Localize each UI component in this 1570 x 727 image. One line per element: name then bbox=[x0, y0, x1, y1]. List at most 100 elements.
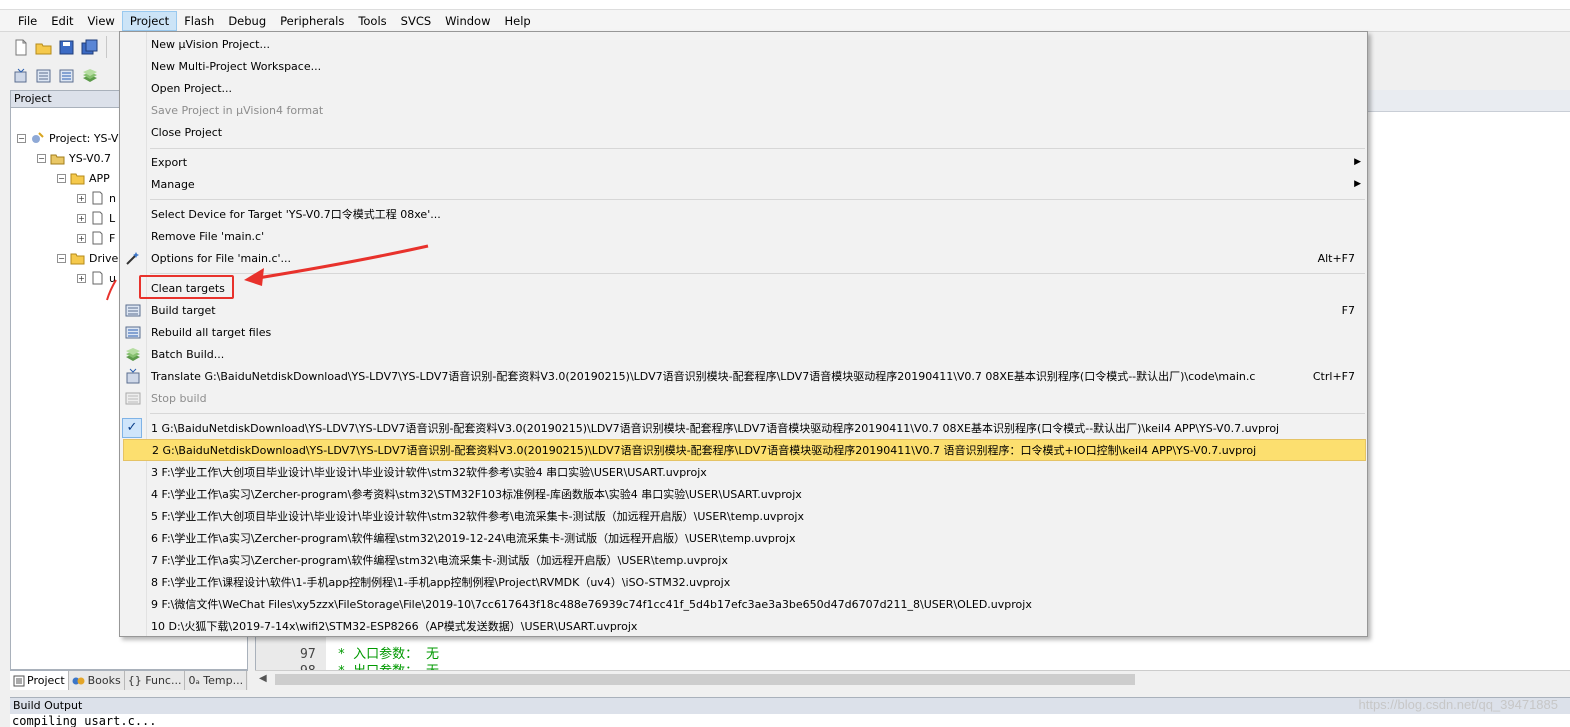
menu-item-label: Select Device for Target 'YS-V0.7口令模式工程 … bbox=[151, 208, 441, 221]
file-icon bbox=[92, 211, 103, 225]
menu-item-manage[interactable]: Manage ▶ bbox=[120, 173, 1367, 195]
menu-item-new-project[interactable]: New µVision Project... bbox=[120, 33, 1367, 55]
menu-item-label: 3 F:\学业工作\大创项目毕业设计\毕业设计\毕业设计软件\stm32软件参考… bbox=[151, 466, 707, 479]
watermark: https://blog.csdn.net/qq_39471885 bbox=[1358, 697, 1559, 712]
open-folder-icon[interactable] bbox=[35, 39, 52, 56]
tab-templates[interactable]: 0ₐ Temp... bbox=[185, 671, 248, 690]
menu-view[interactable]: View bbox=[81, 11, 122, 31]
menu-item-label: Manage bbox=[151, 177, 195, 191]
collapse-icon[interactable]: − bbox=[37, 153, 46, 163]
folder-icon bbox=[70, 253, 85, 265]
menu-item-label: 1 G:\BaiduNetdiskDownload\YS-LDV7\YS-LDV… bbox=[151, 422, 1280, 435]
menu-svcs[interactable]: SVCS bbox=[394, 11, 439, 31]
rebuild-icon[interactable] bbox=[58, 67, 75, 84]
menu-item-rebuild-all[interactable]: Rebuild all target files bbox=[120, 321, 1367, 343]
file-toolbar bbox=[0, 33, 120, 61]
menu-item-label: 8 F:\学业工作\课程设计\软件\1-手机app控制例程\1-手机app控制例… bbox=[151, 576, 731, 589]
expand-icon[interactable]: + bbox=[77, 193, 86, 203]
tree-node-group-driver[interactable]: − Drive bbox=[57, 248, 118, 268]
toolbar-separator bbox=[106, 36, 107, 58]
recent-project-item[interactable]: 6 F:\学业工作\a实习\Zercher-program\软件编程\stm32… bbox=[120, 527, 1367, 549]
translate-icon[interactable] bbox=[12, 67, 29, 84]
recent-project-item[interactable]: 7 F:\学业工作\a实习\Zercher-program\软件编程\stm32… bbox=[120, 549, 1367, 571]
recent-project-item[interactable]: 8 F:\学业工作\课程设计\软件\1-手机app控制例程\1-手机app控制例… bbox=[120, 571, 1367, 593]
collapse-icon[interactable]: − bbox=[17, 133, 26, 143]
menu-file[interactable]: File bbox=[11, 11, 44, 31]
build-icon[interactable] bbox=[35, 67, 52, 84]
build-output-title: Build Output bbox=[10, 697, 1570, 714]
annotation-scribble-icon bbox=[106, 279, 117, 301]
tree-node-project[interactable]: − Project: YS-V bbox=[17, 128, 118, 148]
menu-item-label: 4 F:\学业工作\a实习\Zercher-program\参考资料\stm32… bbox=[151, 488, 802, 501]
collapse-icon[interactable]: − bbox=[57, 253, 66, 263]
uvision-window: File Edit View Project Flash Debug Perip… bbox=[0, 0, 1570, 727]
build-toolbar bbox=[0, 61, 120, 89]
tab-label: {} Func... bbox=[127, 673, 182, 687]
save-icon[interactable] bbox=[58, 39, 75, 56]
tree-node-file[interactable]: + n bbox=[77, 188, 116, 208]
submenu-arrow-icon: ▶ bbox=[1354, 157, 1361, 167]
menu-item-label: Close Project bbox=[151, 125, 223, 139]
menu-item-close-project[interactable]: Close Project bbox=[120, 121, 1367, 143]
tree-label: Drive bbox=[89, 251, 119, 265]
file-icon bbox=[92, 191, 103, 205]
books-tab-icon bbox=[72, 677, 85, 684]
new-file-icon[interactable] bbox=[12, 39, 29, 56]
scroll-thumb[interactable] bbox=[275, 674, 1135, 685]
batch-build-icon[interactable] bbox=[81, 67, 98, 84]
menu-item-open-project[interactable]: Open Project... bbox=[120, 77, 1367, 99]
menu-item-build-target[interactable]: Build target F7 bbox=[120, 299, 1367, 321]
horizontal-scrollbar[interactable]: ◀ bbox=[255, 670, 1570, 688]
annotation-highlight-box bbox=[139, 275, 234, 299]
menu-item-export[interactable]: Export ▶ bbox=[120, 151, 1367, 173]
menu-item-shortcut: Ctrl+F7 bbox=[1312, 369, 1355, 383]
expand-icon[interactable]: + bbox=[77, 233, 86, 243]
tab-functions[interactable]: {} Func... bbox=[125, 671, 186, 690]
menu-item-label: Open Project... bbox=[151, 81, 233, 95]
menu-item-batch-build[interactable]: Batch Build... bbox=[120, 343, 1367, 365]
menu-help[interactable]: Help bbox=[498, 11, 538, 31]
tab-books[interactable]: Books bbox=[69, 671, 125, 690]
menu-edit[interactable]: Edit bbox=[44, 11, 80, 31]
recent-project-item[interactable]: ✓ 1 G:\BaiduNetdiskDownload\YS-LDV7\YS-L… bbox=[120, 417, 1367, 439]
menu-item-label: 7 F:\学业工作\a实习\Zercher-program\软件编程\stm32… bbox=[151, 554, 728, 567]
checkmark-icon: ✓ bbox=[122, 418, 142, 438]
recent-project-item[interactable]: 10 D:\火狐下载\2019-7-14x\wifi2\STM32-ESP826… bbox=[120, 615, 1367, 637]
expand-icon[interactable]: + bbox=[77, 273, 86, 283]
tree-node-file[interactable]: + F bbox=[77, 228, 115, 248]
menu-window[interactable]: Window bbox=[438, 11, 497, 31]
tree-label: YS-V0.7 bbox=[69, 151, 112, 165]
tree-label: Project: YS-V bbox=[49, 131, 119, 145]
menu-debug[interactable]: Debug bbox=[221, 11, 273, 31]
save-all-icon[interactable] bbox=[81, 39, 98, 56]
menu-item-label: Build target bbox=[151, 303, 216, 317]
menu-item-translate[interactable]: Translate G:\BaiduNetdiskDownload\YS-LDV… bbox=[120, 365, 1367, 387]
stop-build-icon bbox=[125, 392, 141, 405]
recent-project-item[interactable]: 3 F:\学业工作\大创项目毕业设计\毕业设计\毕业设计软件\stm32软件参考… bbox=[120, 461, 1367, 483]
tree-node-target[interactable]: − YS-V0.7 bbox=[37, 148, 111, 168]
recent-project-item[interactable]: 9 F:\微信文件\WeChat Files\xy5zzx\FileStorag… bbox=[120, 593, 1367, 615]
tree-node-file[interactable]: + L bbox=[77, 208, 115, 228]
tab-label: 0ₐ Temp... bbox=[188, 673, 244, 687]
menu-item-label: Export bbox=[151, 155, 188, 169]
recent-project-item[interactable]: 4 F:\学业工作\a实习\Zercher-program\参考资料\stm32… bbox=[120, 483, 1367, 505]
scroll-left-icon[interactable]: ◀ bbox=[259, 673, 267, 684]
menu-item-shortcut: F7 bbox=[1341, 303, 1355, 317]
collapse-icon[interactable]: − bbox=[57, 173, 66, 183]
menu-item-new-workspace[interactable]: New Multi-Project Workspace... bbox=[120, 55, 1367, 77]
translate-icon bbox=[126, 368, 140, 384]
tree-label: APP bbox=[89, 171, 110, 185]
menu-item-label: 10 D:\火狐下载\2019-7-14x\wifi2\STM32-ESP826… bbox=[151, 620, 638, 633]
panel-tabs: Project Books {} Func... 0ₐ Temp... bbox=[10, 670, 248, 690]
menu-peripherals[interactable]: Peripherals bbox=[273, 11, 351, 31]
tab-project[interactable]: Project bbox=[10, 671, 69, 690]
menu-item-select-device[interactable]: Select Device for Target 'YS-V0.7口令模式工程 … bbox=[120, 203, 1367, 225]
tree-node-group-app[interactable]: − APP bbox=[57, 168, 110, 188]
project-tab-icon bbox=[13, 675, 25, 686]
recent-project-item-highlighted[interactable]: 2 G:\BaiduNetdiskDownload\YS-LDV7\YS-LDV… bbox=[123, 439, 1366, 461]
menu-flash[interactable]: Flash bbox=[177, 11, 221, 31]
menu-project[interactable]: Project bbox=[121, 10, 178, 31]
recent-project-item[interactable]: 5 F:\学业工作\大创项目毕业设计\毕业设计\毕业设计软件\stm32软件参考… bbox=[120, 505, 1367, 527]
expand-icon[interactable]: + bbox=[77, 213, 86, 223]
menu-tools[interactable]: Tools bbox=[351, 11, 393, 31]
